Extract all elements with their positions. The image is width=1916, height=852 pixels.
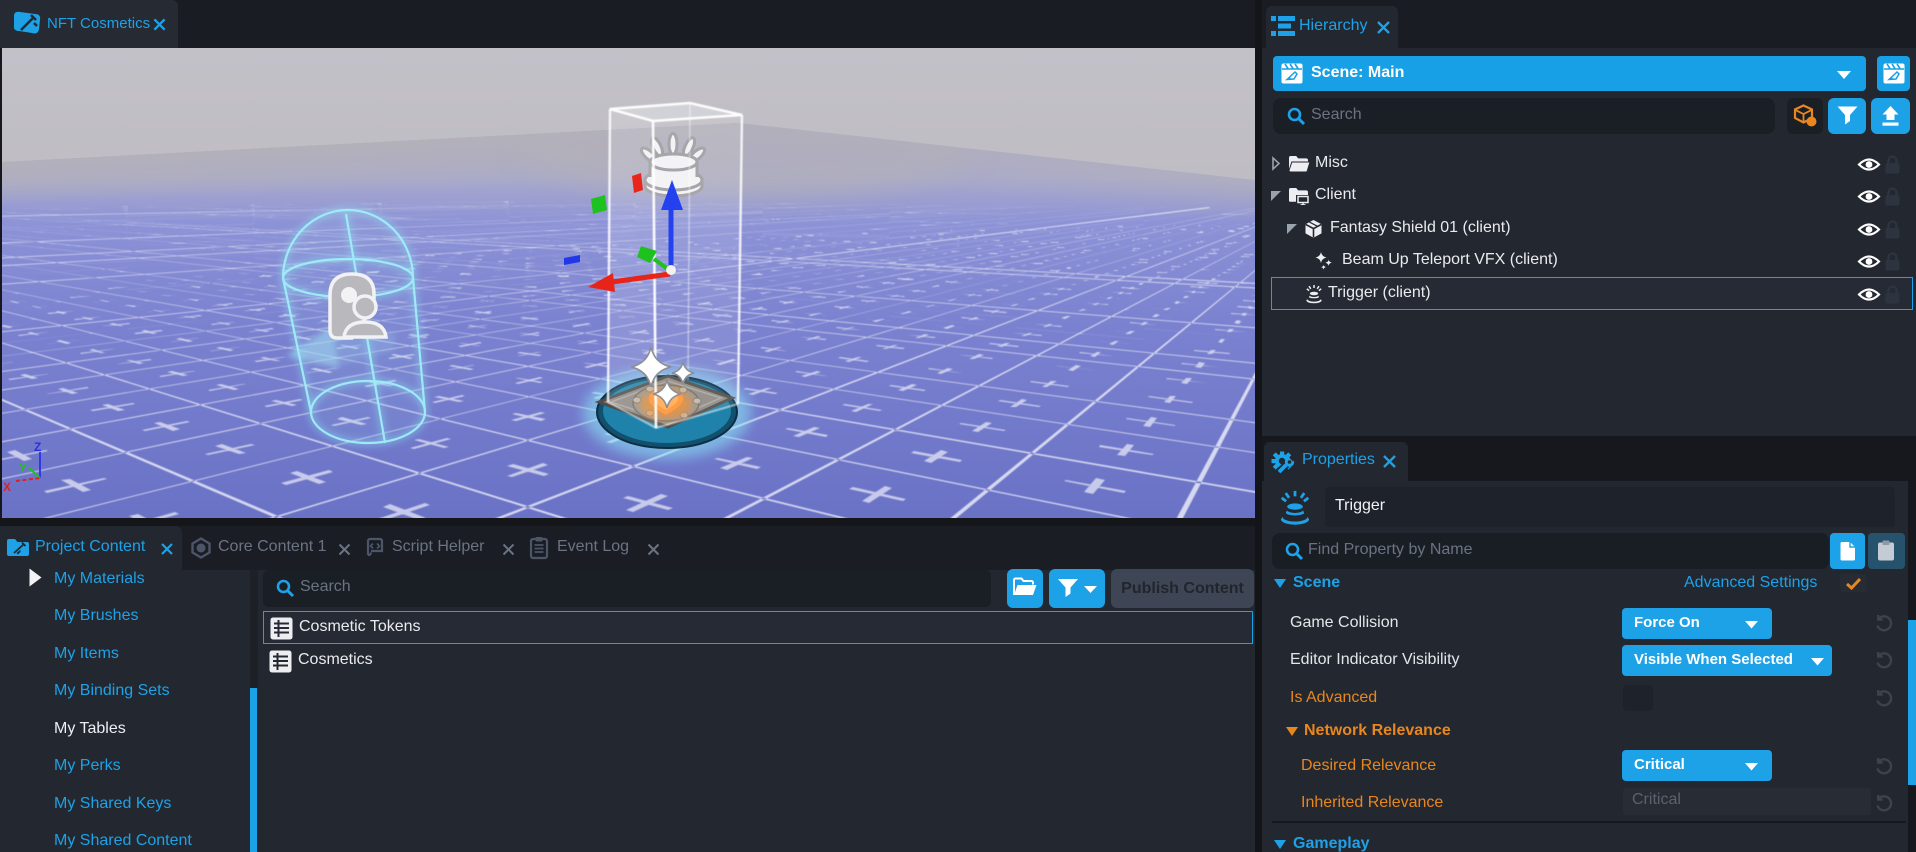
- svg-text:Y: Y: [19, 461, 27, 475]
- svg-text:X: X: [3, 480, 11, 494]
- svg-text:Z: Z: [34, 440, 41, 454]
